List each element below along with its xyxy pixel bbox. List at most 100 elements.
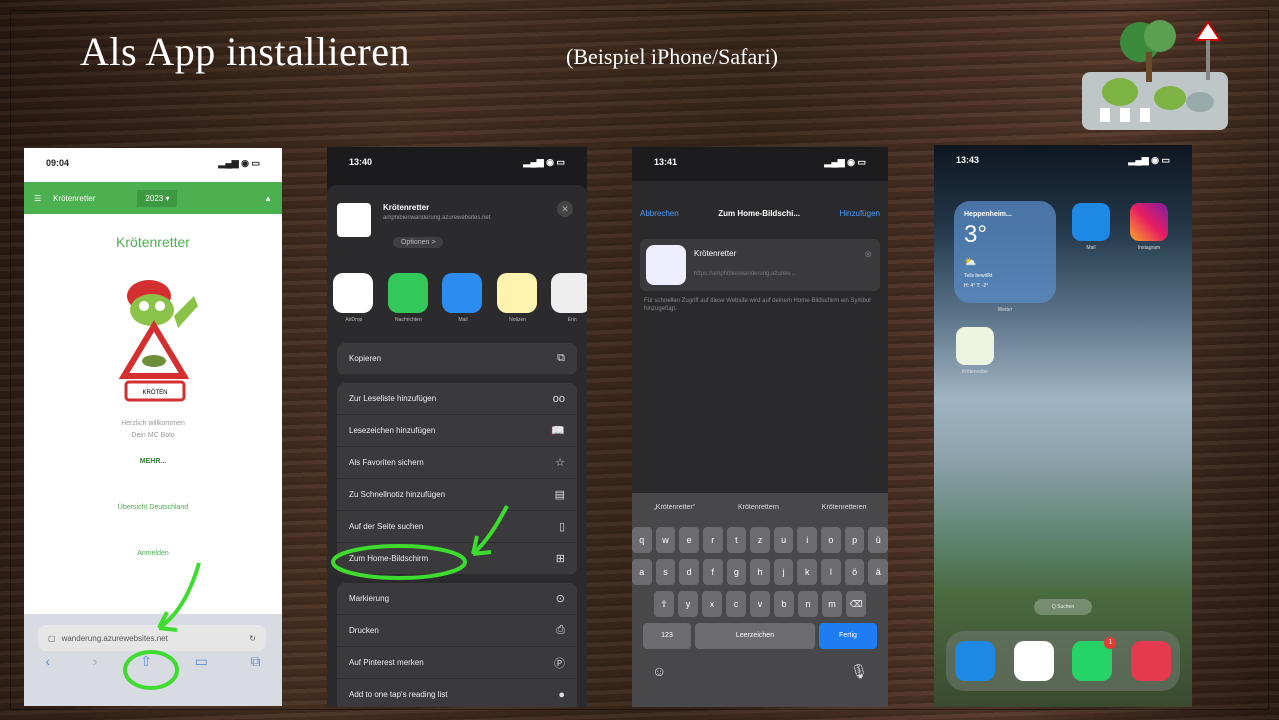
- emoji-icon[interactable]: ☺: [652, 663, 666, 680]
- key[interactable]: u: [773, 527, 794, 553]
- key[interactable]: c: [726, 591, 746, 617]
- suggestion[interactable]: Krötenretteren: [822, 504, 867, 511]
- copy-icon: ⧉: [557, 352, 565, 364]
- cancel-button[interactable]: Abbrechen: [640, 209, 679, 218]
- key[interactable]: g: [726, 559, 747, 585]
- messages-app[interactable]: Nachrichten: [387, 273, 430, 323]
- key[interactable]: j: [773, 559, 794, 585]
- print-action[interactable]: Drucken ⎙: [337, 615, 577, 647]
- key[interactable]: p: [844, 527, 865, 553]
- key[interactable]: y: [678, 591, 698, 617]
- key[interactable]: ü: [868, 527, 888, 553]
- copy-action[interactable]: Kopieren ⧉: [337, 343, 577, 375]
- kroetenretter-label: Krötenretter: [961, 369, 989, 375]
- welcome-text: Herzlich willkommen: [121, 420, 185, 427]
- notes-app[interactable]: Notizen: [496, 273, 539, 323]
- clear-icon[interactable]: ⊗: [864, 249, 872, 260]
- key[interactable]: s: [655, 559, 676, 585]
- site-brand[interactable]: Krötenretter: [53, 194, 95, 203]
- key[interactable]: l: [821, 559, 841, 585]
- key[interactable]: v: [750, 591, 770, 617]
- key[interactable]: f: [702, 559, 723, 585]
- key[interactable]: a: [632, 559, 652, 585]
- airdrop-app[interactable]: AirDrop: [333, 273, 375, 323]
- login-link[interactable]: Anmelden: [24, 550, 282, 557]
- instagram-app-icon[interactable]: [1130, 203, 1168, 241]
- suggestion[interactable]: Krötenrettern: [738, 504, 779, 511]
- signal-icon: ▂▄▆ ◉ ▭: [1128, 155, 1170, 165]
- weather-condition: Teils bewölkt: [964, 273, 993, 279]
- reload-icon[interactable]: ↻: [249, 634, 256, 643]
- key[interactable]: m: [822, 591, 842, 617]
- tabs-icon[interactable]: ⧉: [251, 653, 261, 670]
- menu-icon[interactable]: ☰: [34, 194, 41, 203]
- year-select[interactable]: 2023 ▾: [137, 189, 178, 207]
- weather-widget[interactable]: Heppenheim... 3° ⛅ Teils bewölkt H: 4° T…: [954, 201, 1056, 303]
- more-link[interactable]: MEHR...: [24, 458, 282, 465]
- overview-link[interactable]: Übersicht Deutschland: [24, 504, 282, 511]
- suggestion[interactable]: „Krötenretter“: [653, 504, 695, 511]
- back-icon[interactable]: ‹: [45, 653, 50, 670]
- pinterest-action[interactable]: Auf Pinterest merken Ⓟ: [337, 647, 577, 679]
- mail-app[interactable]: Mail: [442, 273, 484, 323]
- more-app[interactable]: Erin: [551, 273, 587, 323]
- reading-list-app-action[interactable]: Add to one tap's reading list ●: [337, 679, 577, 707]
- instagram-label: Instagram: [1137, 245, 1161, 251]
- options-button[interactable]: Optionen >: [393, 237, 444, 248]
- key[interactable]: ö: [844, 559, 865, 585]
- key[interactable]: n: [798, 591, 818, 617]
- key[interactable]: x: [702, 591, 722, 617]
- key[interactable]: b: [774, 591, 794, 617]
- safari-icon[interactable]: [955, 641, 996, 681]
- mail-app-icon[interactable]: [1072, 203, 1110, 241]
- done-key[interactable]: Fertig: [819, 623, 877, 649]
- status-time: 13:41: [654, 157, 678, 167]
- markup-icon: ⊙: [555, 593, 565, 605]
- key[interactable]: ä: [868, 559, 888, 585]
- add-reading-list-action[interactable]: Zur Leseliste hinzufügen oo: [337, 383, 577, 415]
- key[interactable]: q: [632, 527, 652, 553]
- music-icon[interactable]: [1130, 641, 1171, 681]
- close-icon[interactable]: ✕: [557, 201, 573, 217]
- key[interactable]: i: [797, 527, 818, 553]
- notes-icon: [496, 273, 537, 313]
- signal-icon: ▂▄▆ ◉ ▭: [218, 158, 260, 168]
- hint-text: Für schnellen Zugriff auf diese Website …: [644, 298, 871, 313]
- green-arrow-annotation: [331, 505, 509, 580]
- space-key[interactable]: Leerzeichen: [695, 623, 815, 649]
- forward-icon[interactable]: ›: [93, 653, 98, 670]
- key[interactable]: r: [702, 527, 723, 553]
- key[interactable]: k: [797, 559, 818, 585]
- user-icon[interactable]: ▲: [264, 194, 272, 203]
- key[interactable]: o: [821, 527, 841, 553]
- key[interactable]: e: [679, 527, 699, 553]
- pinterest-icon: Ⓟ: [554, 657, 565, 670]
- dock: 1: [946, 631, 1180, 691]
- microphone-icon[interactable]: 🎙: [850, 663, 868, 680]
- add-button[interactable]: Hinzufügen: [840, 209, 880, 218]
- messages-icon: [387, 273, 428, 313]
- key[interactable]: ⌫: [846, 591, 866, 617]
- key[interactable]: w: [655, 527, 676, 553]
- whatsapp-icon[interactable]: 1: [1072, 637, 1117, 681]
- kroetenretter-app-icon[interactable]: [956, 327, 994, 365]
- key[interactable]: t: [726, 527, 747, 553]
- key[interactable]: ⇧: [654, 591, 674, 617]
- airdrop-icon: [333, 273, 373, 313]
- add-bookmark-action[interactable]: Lesezeichen hinzufügen 📖: [337, 415, 577, 447]
- key[interactable]: z: [750, 527, 770, 553]
- add-favorite-action[interactable]: Als Favoriten sichern ☆: [337, 447, 577, 479]
- book-icon: 📖: [551, 425, 565, 437]
- key[interactable]: h: [750, 559, 770, 585]
- suggestion-bar: „Krötenretter“ Krötenrettern Krötenrette…: [632, 493, 888, 521]
- key[interactable]: d: [679, 559, 699, 585]
- photos-icon[interactable]: [1013, 641, 1054, 681]
- slide-subtitle: (Beispiel iPhone/Safari): [566, 44, 779, 69]
- star-icon: ☆: [555, 457, 565, 469]
- numbers-key[interactable]: 123: [643, 623, 691, 649]
- screenshot-share-sheet: 13:40 ▂▄▆ ◉ ▭ Krötenretter amphibienwande…: [327, 147, 587, 707]
- signal-icon: ▂▄▆ ◉ ▭: [824, 157, 866, 167]
- search-pill[interactable]: Q Suchen: [1034, 599, 1092, 615]
- app-name-input[interactable]: Krötenretter: [694, 249, 736, 258]
- toad-mascot-image: KRÖTEN: [118, 280, 198, 402]
